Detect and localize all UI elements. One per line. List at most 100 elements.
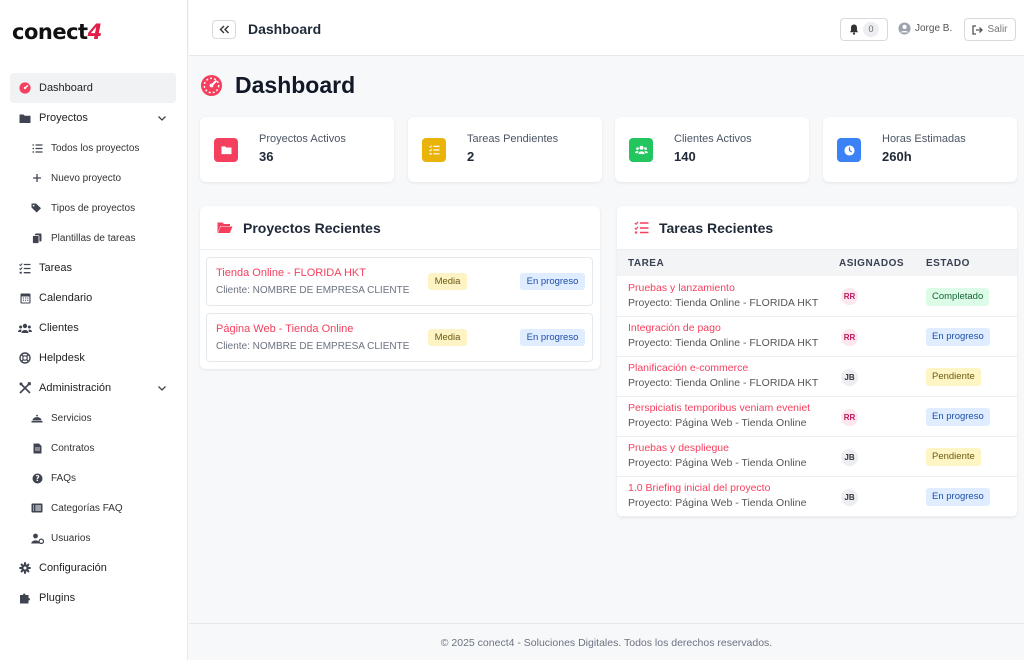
sidebar-item-calendario[interactable]: Calendario <box>10 283 176 313</box>
table-row[interactable]: Planificación e-commerce Proyecto: Tienda… <box>617 356 1017 397</box>
column-header-status[interactable]: ESTADO <box>926 250 1017 276</box>
stat-value: 260h <box>882 149 912 164</box>
avatar[interactable]: JB <box>841 448 858 466</box>
status-cell: Pendiente <box>926 436 1017 477</box>
user-menu[interactable]: Jorge B. <box>898 22 952 35</box>
column-header-task[interactable]: TAREA <box>617 250 839 276</box>
avatar[interactable]: RR <box>841 408 858 426</box>
sidebar-item-usuarios[interactable]: Usuarios <box>10 523 176 553</box>
sidebar-item-tareas[interactable]: Tareas <box>10 253 176 283</box>
task-project: Proyecto: Tienda Online - FLORIDA HKT <box>628 377 819 389</box>
project-list-item[interactable]: Tienda Online - FLORIDA HKT Cliente: NOMB… <box>206 257 593 306</box>
task-name-link[interactable]: 1.0 Briefing inicial del proyecto <box>628 481 839 496</box>
task-project: Proyecto: Página Web - Tienda Online <box>628 457 807 469</box>
task-name-link[interactable]: Integración de pago <box>628 321 839 336</box>
recent-projects-card: Proyectos Recientes Tienda Online - FLOR… <box>200 206 600 369</box>
sidebar-item-label: Usuarios <box>51 532 91 544</box>
status-cell: En progreso <box>926 316 1017 357</box>
puzzle-icon <box>18 591 32 605</box>
table-row[interactable]: Pruebas y lanzamiento Proyecto: Tienda On… <box>617 276 1017 317</box>
tasks-table: TAREA ASIGNADOS ESTADO Pruebas y lanzami… <box>617 250 1017 517</box>
gauge-icon <box>200 74 223 97</box>
sidebar-item-label: Todos los proyectos <box>51 142 140 154</box>
task-project: Proyecto: Tienda Online - FLORIDA HKT <box>628 337 819 349</box>
calendar-icon <box>18 291 32 305</box>
project-client: Cliente: NOMBRE DE EMPRESA CLIENTE <box>216 341 410 352</box>
logout-label: Salir <box>987 24 1008 35</box>
avatar[interactable]: RR <box>841 288 858 306</box>
project-name-link[interactable]: Tienda Online - FLORIDA HKT <box>216 267 366 279</box>
stat-label: Tareas Pendientes <box>467 133 559 145</box>
notifications-button[interactable]: 0 <box>840 18 888 41</box>
task-name-link[interactable]: Pruebas y despliegue <box>628 441 839 456</box>
footer-text: © 2025 conect4 - Soluciones Digitales. T… <box>440 637 773 649</box>
stat-card: Horas Estimadas 260h <box>823 117 1017 182</box>
sidebar-item-plugins[interactable]: Plugins <box>10 583 176 613</box>
sidebar-item-servicios[interactable]: Servicios <box>10 403 176 433</box>
clock-icon <box>837 138 861 162</box>
sidebar-item-contratos[interactable]: Contratos <box>10 433 176 463</box>
task-name-link[interactable]: Planificación e-commerce <box>628 361 839 376</box>
lifebuoy-icon <box>18 351 32 365</box>
status-badge: En progreso <box>520 329 585 346</box>
sidebar-item-label: Administración <box>39 382 112 394</box>
table-row[interactable]: Integración de pago Proyecto: Tienda Onli… <box>617 316 1017 357</box>
folder-icon <box>214 138 238 162</box>
chevron-down-icon[interactable] <box>156 382 168 394</box>
svg-text:?: ? <box>35 474 39 483</box>
sidebar-item-administracion[interactable]: Administración <box>10 373 176 403</box>
status-badge: Pendiente <box>926 447 981 466</box>
sidebar-item-label: Categorías FAQ <box>51 502 123 514</box>
project-client: Cliente: NOMBRE DE EMPRESA CLIENTE <box>216 285 410 296</box>
assignee-cell: JB <box>839 436 926 477</box>
category-icon <box>30 501 44 515</box>
double-chevron-left-icon <box>219 25 229 34</box>
sidebar-item-label: Plantillas de tareas <box>51 232 136 244</box>
task-name-link[interactable]: Perspiciatis temporibus veniam eveniet <box>628 401 839 416</box>
plus-icon <box>30 171 44 185</box>
chevron-down-icon[interactable] <box>156 112 168 124</box>
copy-icon <box>30 231 44 245</box>
footer: © 2025 conect4 - Soluciones Digitales. T… <box>189 623 1024 660</box>
status-cell: Pendiente <box>926 356 1017 397</box>
assignee-cell: RR <box>839 276 926 317</box>
sidebar-item-helpdesk[interactable]: Helpdesk <box>10 343 176 373</box>
gauge-icon <box>18 81 32 95</box>
avatar[interactable]: JB <box>841 488 858 506</box>
stat-value: 140 <box>674 149 696 164</box>
sidebar-item-faqs[interactable]: ? FAQs <box>10 463 176 493</box>
table-row[interactable]: Perspiciatis temporibus veniam eveniet Pr… <box>617 396 1017 437</box>
table-row[interactable]: Pruebas y despliegue Proyecto: Página Web… <box>617 436 1017 477</box>
sidebar-item-configuracion[interactable]: Configuración <box>10 553 176 583</box>
sidebar-item-dashboard[interactable]: Dashboard <box>10 73 176 103</box>
status-badge: En progreso <box>926 407 990 426</box>
project-list-item[interactable]: Página Web - Tienda Online Cliente: NOMBR… <box>206 313 593 362</box>
sidebar-item-label: Servicios <box>51 412 92 424</box>
user-name: Jorge B. <box>915 23 953 34</box>
column-header-assignees[interactable]: ASIGNADOS <box>839 250 926 276</box>
task-name-link[interactable]: Pruebas y lanzamiento <box>628 281 839 296</box>
sidebar-item-plantillas-de-tareas[interactable]: Plantillas de tareas <box>10 223 176 253</box>
tags-icon <box>30 201 44 215</box>
sidebar-item-todos-los-proyectos[interactable]: Todos los proyectos <box>10 133 176 163</box>
sidebar-item-clientes[interactable]: Clientes <box>10 313 176 343</box>
recent-tasks-card: Tareas Recientes TAREA ASIGNADOS ESTADO … <box>617 206 1017 517</box>
table-row[interactable]: 1.0 Briefing inicial del proyecto Proyect… <box>617 476 1017 517</box>
status-cell: Completado <box>926 276 1017 317</box>
sidebar-item-proyectos[interactable]: Proyectos <box>10 103 176 133</box>
sidebar-item-categorias-faq[interactable]: Categorías FAQ <box>10 493 176 523</box>
stat-card: Tareas Pendientes 2 <box>408 117 602 182</box>
logo[interactable]: conect4 <box>12 20 102 44</box>
sidebar-item-nuevo-proyecto[interactable]: Nuevo proyecto <box>10 163 176 193</box>
folder-open-icon <box>217 222 233 233</box>
avatar[interactable]: RR <box>841 328 858 346</box>
status-badge: En progreso <box>926 487 990 506</box>
recent-tasks-header: Tareas Recientes <box>617 206 1017 250</box>
project-name-link[interactable]: Página Web - Tienda Online <box>216 323 353 335</box>
sign-out-icon <box>972 24 984 35</box>
sidebar-item-tipos-de-proyectos[interactable]: Tipos de proyectos <box>10 193 176 223</box>
collapse-sidebar-button[interactable] <box>212 20 236 39</box>
logout-button[interactable]: Salir <box>964 18 1016 41</box>
sidebar-item-label: FAQs <box>51 472 77 484</box>
avatar[interactable]: JB <box>841 368 858 386</box>
